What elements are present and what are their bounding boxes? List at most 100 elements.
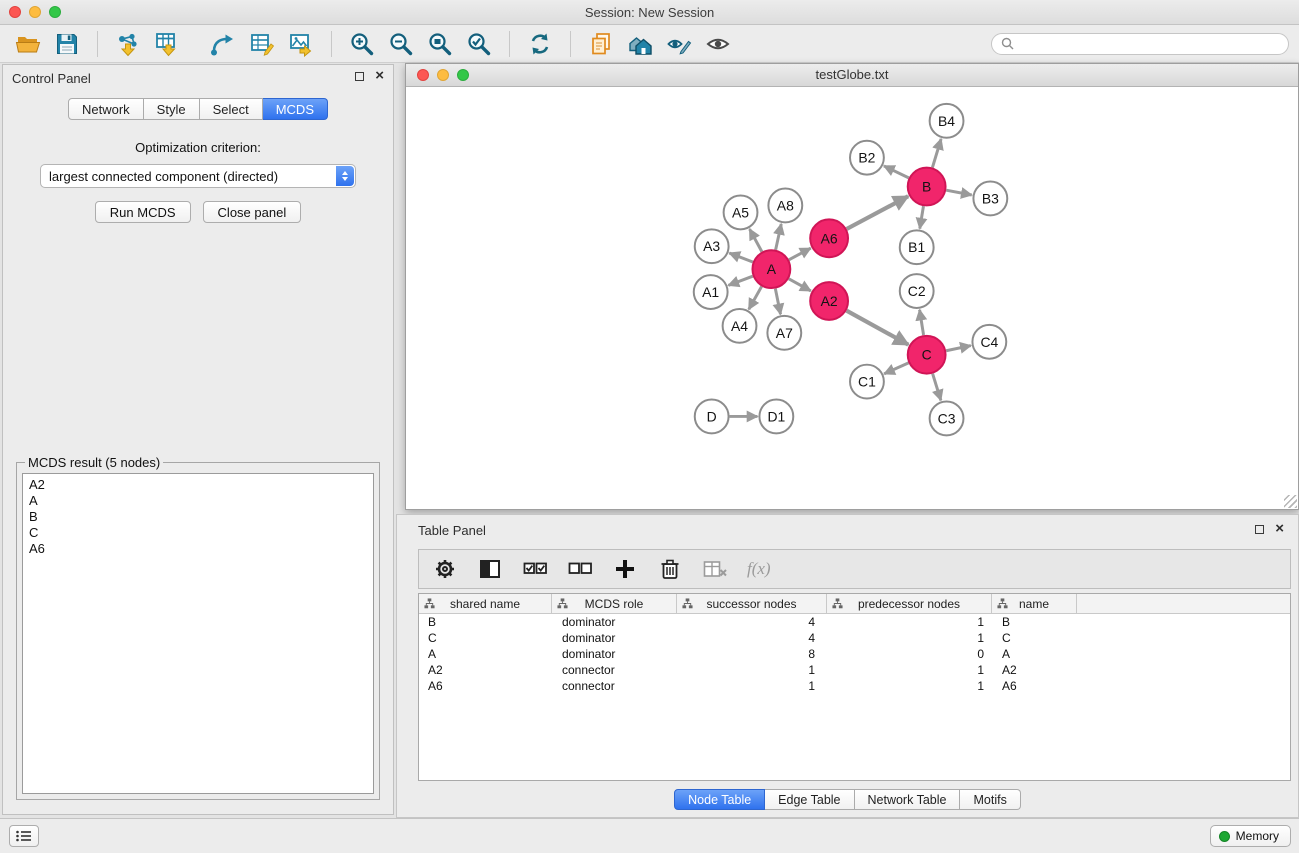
column-header-mcds-role[interactable]: MCDS role	[552, 594, 677, 613]
mcds-result-list[interactable]: A2ABCA6	[22, 473, 374, 794]
refresh-view-button[interactable]	[522, 29, 558, 59]
node-A[interactable]: A	[752, 250, 790, 288]
table-row[interactable]: A2connector11A2	[419, 662, 1290, 678]
network-graph[interactable]: B4B2BB3A5A8A6A3B1AC2A1A2A4A7C4CC1C3DD1	[406, 87, 1298, 509]
zoom-network-window-button[interactable]	[457, 69, 469, 81]
mcds-result-item[interactable]: B	[29, 509, 367, 525]
search-input[interactable]	[1019, 37, 1279, 51]
table-row[interactable]: Bdominator41B	[419, 614, 1290, 630]
node-C4[interactable]: C4	[972, 325, 1006, 359]
edge-A-A1[interactable]	[728, 276, 752, 285]
edge-B-B3[interactable]	[946, 190, 971, 195]
node-D[interactable]: D	[695, 400, 729, 434]
edge-A-A6[interactable]	[789, 248, 811, 260]
node-A6[interactable]: A6	[810, 219, 848, 257]
edit-network-table-button[interactable]	[244, 29, 280, 59]
edge-C-C1[interactable]	[884, 363, 908, 374]
node-B4[interactable]: B4	[930, 104, 964, 138]
network-canvas[interactable]: B4B2BB3A5A8A6A3B1AC2A1A2A4A7C4CC1C3DD1	[406, 87, 1298, 509]
float-panel-icon[interactable]	[355, 72, 364, 81]
tab-network[interactable]: Network	[68, 98, 144, 120]
node-A8[interactable]: A8	[768, 189, 802, 223]
zoom-fit-button[interactable]	[461, 29, 497, 59]
select-all-rows-button[interactable]	[522, 556, 548, 582]
dropdown-stepper-icon[interactable]	[336, 166, 354, 186]
edge-A-A5[interactable]	[750, 229, 762, 252]
delete-column-button[interactable]	[657, 556, 683, 582]
close-window-button[interactable]	[9, 6, 21, 18]
tab-edge-table[interactable]: Edge Table	[765, 789, 854, 810]
edge-B-B4[interactable]	[932, 139, 941, 168]
edge-C-C2[interactable]	[920, 310, 924, 335]
node-A7[interactable]: A7	[767, 316, 801, 350]
tab-style[interactable]: Style	[144, 98, 200, 120]
mcds-result-item[interactable]: A6	[29, 541, 367, 557]
zoom-in-button[interactable]	[344, 29, 380, 59]
minimize-window-button[interactable]	[29, 6, 41, 18]
close-network-window-button[interactable]	[417, 69, 429, 81]
run-mcds-button[interactable]: Run MCDS	[95, 201, 191, 223]
show-hidden-panels-button[interactable]	[9, 825, 39, 847]
import-table-button[interactable]	[149, 29, 185, 59]
node-B1[interactable]: B1	[900, 230, 934, 264]
search-field[interactable]	[991, 33, 1289, 55]
birds-eye-view-button[interactable]	[700, 29, 736, 59]
float-table-panel-icon[interactable]	[1255, 525, 1264, 534]
table-settings-button[interactable]	[432, 556, 458, 582]
edge-B-B2[interactable]	[884, 166, 909, 178]
node-A3[interactable]: A3	[695, 229, 729, 263]
edge-A-A4[interactable]	[749, 286, 762, 309]
memory-button[interactable]: Memory	[1210, 825, 1291, 847]
show-columns-button[interactable]	[477, 556, 503, 582]
window-resize-grip[interactable]	[1284, 495, 1297, 508]
zoom-selected-button[interactable]	[422, 29, 458, 59]
function-builder-button[interactable]: f(x)	[747, 556, 771, 582]
home-button[interactable]	[622, 29, 658, 59]
deselect-all-rows-button[interactable]	[567, 556, 593, 582]
mcds-result-item[interactable]: A2	[29, 477, 367, 493]
edge-A-A2[interactable]	[789, 279, 811, 291]
tab-network-table[interactable]: Network Table	[855, 789, 961, 810]
minimize-network-window-button[interactable]	[437, 69, 449, 81]
open-session-button[interactable]	[10, 29, 46, 59]
import-network-button[interactable]	[110, 29, 146, 59]
node-A1[interactable]: A1	[694, 275, 728, 309]
edge-A-A7[interactable]	[775, 289, 780, 315]
edge-A-A8[interactable]	[776, 224, 782, 250]
network-window-titlebar[interactable]: testGlobe.txt	[406, 64, 1298, 87]
close-panel-icon[interactable]: ×	[375, 70, 384, 82]
criterion-dropdown[interactable]: largest connected component (directed)	[40, 164, 356, 188]
tab-select[interactable]: Select	[200, 98, 263, 120]
node-B[interactable]: B	[908, 168, 946, 206]
node-C[interactable]: C	[908, 336, 946, 374]
node-D1[interactable]: D1	[759, 400, 793, 434]
mcds-result-item[interactable]: A	[29, 493, 367, 509]
tab-mcds[interactable]: MCDS	[263, 98, 328, 120]
node-C3[interactable]: C3	[930, 402, 964, 436]
node-C2[interactable]: C2	[900, 274, 934, 308]
mcds-result-item[interactable]: C	[29, 525, 367, 541]
column-header-name[interactable]: name	[992, 594, 1077, 613]
zoom-window-button[interactable]	[49, 6, 61, 18]
clone-network-button[interactable]	[583, 29, 619, 59]
edge-C-C4[interactable]	[946, 346, 971, 351]
edge-C-C3[interactable]	[933, 374, 941, 401]
edge-A2-C[interactable]	[847, 311, 909, 345]
node-C1[interactable]: C1	[850, 365, 884, 399]
save-session-button[interactable]	[49, 29, 85, 59]
tab-node-table[interactable]: Node Table	[674, 789, 765, 810]
edge-A6-B[interactable]	[847, 196, 908, 229]
graphics-details-button[interactable]	[661, 29, 697, 59]
table-row[interactable]: Adominator80A	[419, 646, 1290, 662]
node-B2[interactable]: B2	[850, 141, 884, 175]
node-B3[interactable]: B3	[973, 182, 1007, 216]
zoom-out-button[interactable]	[383, 29, 419, 59]
delete-table-button[interactable]	[702, 556, 728, 582]
export-image-button[interactable]	[283, 29, 319, 59]
table-row[interactable]: A6connector11A6	[419, 678, 1290, 694]
add-column-button[interactable]	[612, 556, 638, 582]
column-header-successor-nodes[interactable]: successor nodes	[677, 594, 827, 613]
edge-B-B1[interactable]	[920, 206, 924, 228]
apply-layout-button[interactable]	[205, 29, 241, 59]
node-A5[interactable]: A5	[724, 195, 758, 229]
